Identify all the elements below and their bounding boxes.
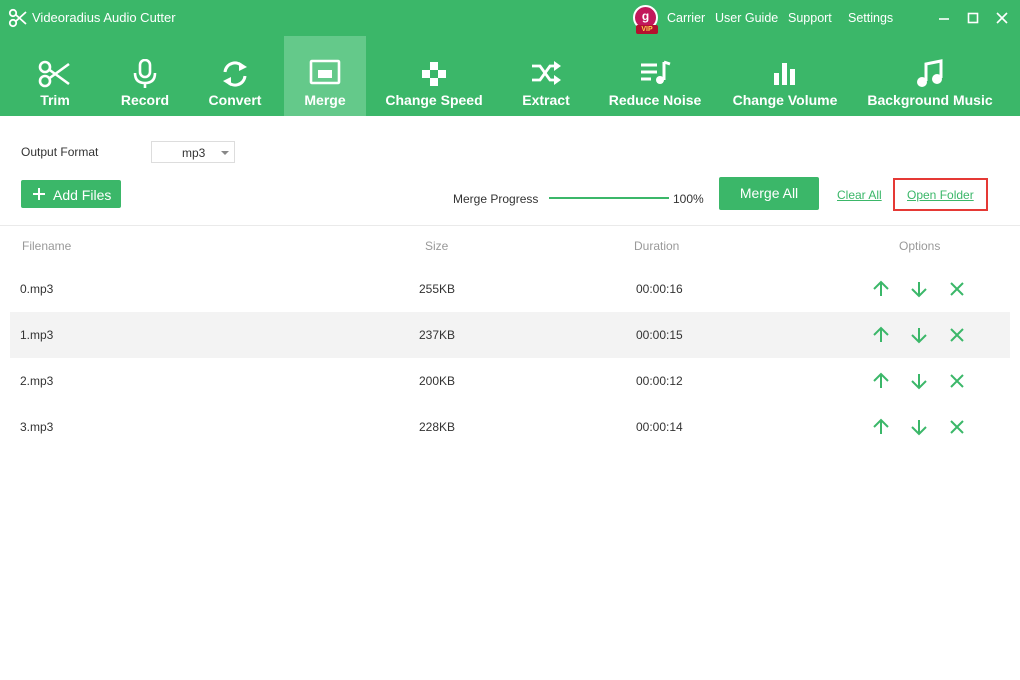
- column-header-options: Options: [899, 239, 941, 253]
- tool-change-speed[interactable]: Change Speed: [378, 36, 490, 116]
- merge-icon: [309, 59, 341, 85]
- duration-cell: 00:00:15: [636, 328, 683, 342]
- duration-cell: 00:00:14: [636, 420, 683, 434]
- bar-chart-icon: [774, 63, 795, 85]
- output-format-select[interactable]: mp3: [151, 141, 235, 163]
- remove-icon[interactable]: [948, 372, 966, 390]
- filename-cell: 1.mp3: [20, 328, 54, 342]
- close-icon[interactable]: [992, 8, 1012, 28]
- vip-badge: VIP: [636, 25, 658, 34]
- filename-cell: 3.mp3: [20, 420, 54, 434]
- output-format-value: mp3: [182, 146, 206, 160]
- tool-label: Change Speed: [385, 92, 483, 108]
- table-row[interactable]: 0.mp3 255KB 00:00:16: [10, 266, 1010, 312]
- tool-label: Reduce Noise: [608, 92, 702, 108]
- move-down-icon[interactable]: [910, 326, 928, 344]
- table-row[interactable]: 3.mp3 228KB 00:00:14: [10, 404, 1010, 450]
- add-files-label: Add Files: [53, 187, 112, 203]
- move-down-icon[interactable]: [910, 280, 928, 298]
- output-format-label: Output Format: [21, 145, 99, 159]
- size-cell: 228KB: [419, 420, 456, 434]
- divider: [0, 225, 1020, 226]
- tool-bar: Trim Record Convert Merge Change Speed E…: [0, 36, 1020, 116]
- move-down-icon[interactable]: [910, 418, 928, 436]
- remove-icon[interactable]: [948, 280, 966, 298]
- maximize-icon[interactable]: [963, 8, 983, 28]
- tool-trim[interactable]: Trim: [14, 36, 96, 116]
- move-down-icon[interactable]: [910, 372, 928, 390]
- merge-progress-bar: [549, 197, 669, 199]
- support-link[interactable]: Support: [788, 10, 832, 26]
- merge-all-button[interactable]: Merge All: [719, 177, 819, 210]
- tool-label: Extract: [522, 92, 570, 108]
- carrier-link[interactable]: Carrier: [667, 10, 705, 26]
- app-logo-icon: [8, 8, 27, 28]
- size-cell: 237KB: [419, 328, 456, 342]
- remove-icon[interactable]: [948, 418, 966, 436]
- move-up-icon[interactable]: [872, 372, 890, 390]
- shuffle-icon: [532, 61, 561, 85]
- tool-convert[interactable]: Convert: [194, 36, 276, 116]
- move-up-icon[interactable]: [872, 326, 890, 344]
- remove-icon[interactable]: [948, 326, 966, 344]
- gamepad-icon: [422, 62, 446, 86]
- tool-extract[interactable]: Extract: [505, 36, 587, 116]
- chevron-down-icon: [221, 151, 229, 155]
- tool-merge[interactable]: Merge: [284, 36, 366, 116]
- filename-cell: 0.mp3: [20, 282, 54, 296]
- plus-icon: [33, 188, 45, 200]
- tool-change-volume[interactable]: Change Volume: [725, 36, 845, 116]
- settings-link[interactable]: Settings: [848, 10, 893, 26]
- move-up-icon[interactable]: [872, 418, 890, 436]
- open-folder-link[interactable]: Open Folder: [907, 188, 974, 202]
- size-cell: 255KB: [419, 282, 456, 296]
- clear-all-link[interactable]: Clear All: [837, 188, 882, 202]
- tool-label: Convert: [208, 92, 262, 108]
- move-up-icon[interactable]: [872, 280, 890, 298]
- scissors-icon: [38, 60, 70, 88]
- duration-cell: 00:00:12: [636, 374, 683, 388]
- tool-reduce-noise[interactable]: Reduce Noise: [600, 36, 710, 116]
- tool-label: Background Music: [867, 92, 993, 108]
- tool-label: Change Volume: [732, 92, 838, 108]
- filename-cell: 2.mp3: [20, 374, 54, 388]
- merge-progress-label: Merge Progress: [453, 192, 539, 206]
- microphone-icon: [133, 59, 157, 88]
- duration-cell: 00:00:16: [636, 282, 683, 296]
- app-title: Videoradius Audio Cutter: [32, 10, 176, 25]
- column-header-duration: Duration: [634, 239, 680, 253]
- music-note-icon: [917, 59, 943, 87]
- tool-label: Record: [120, 92, 170, 108]
- add-files-button[interactable]: Add Files: [21, 180, 121, 208]
- user-guide-link[interactable]: User Guide: [715, 10, 778, 26]
- minimize-icon[interactable]: [934, 8, 954, 28]
- size-cell: 200KB: [419, 374, 456, 388]
- tool-label: Merge: [304, 92, 346, 108]
- title-bar: Videoradius Audio Cutter g VIP Carrier U…: [0, 0, 1020, 36]
- refresh-icon: [223, 61, 247, 87]
- column-header-filename: Filename: [22, 239, 72, 253]
- merge-progress-value: 100%: [673, 192, 704, 206]
- table-row[interactable]: 1.mp3 237KB 00:00:15: [10, 312, 1010, 358]
- tool-record[interactable]: Record: [104, 36, 186, 116]
- table-row[interactable]: 2.mp3 200KB 00:00:12: [10, 358, 1010, 404]
- music-list-icon: [641, 60, 671, 84]
- column-header-size: Size: [425, 239, 449, 253]
- tool-background-music[interactable]: Background Music: [862, 36, 998, 116]
- tool-label: Trim: [40, 92, 70, 108]
